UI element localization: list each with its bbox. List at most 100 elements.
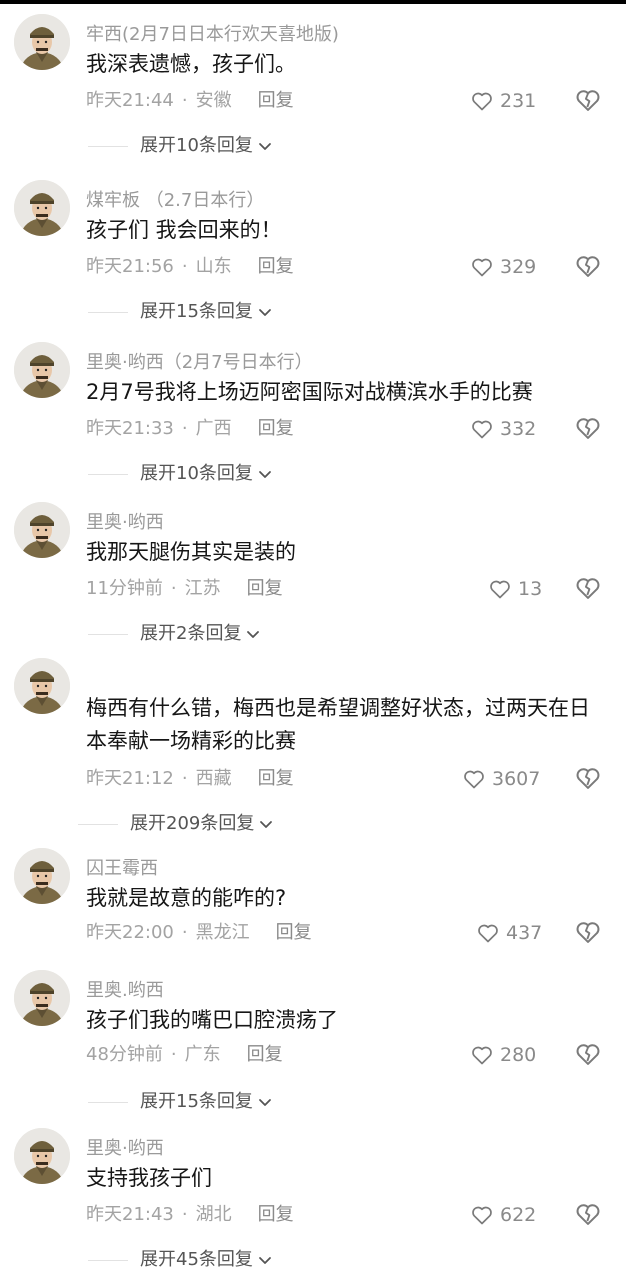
like-button[interactable]: 231 <box>470 86 550 116</box>
divider <box>78 823 118 825</box>
broken-heart-icon <box>574 1200 602 1228</box>
reply-button[interactable]: 回复 <box>258 90 294 111</box>
like-count: 622 <box>500 1204 537 1226</box>
expand-replies-label: 展开45条回复 <box>140 1249 253 1270</box>
comment-text: 孩子们 我会回来的！ <box>86 218 282 242</box>
comment-meta: 昨天21:12 · 西藏 回复 <box>86 768 294 789</box>
expand-replies-label: 展开10条回复 <box>140 135 253 156</box>
expand-replies-button[interactable]: 展开15条回复 <box>88 1088 273 1116</box>
broken-heart-icon <box>574 1040 602 1068</box>
expand-replies-label: 展开209条回复 <box>130 813 255 834</box>
heart-outline-icon <box>470 417 494 441</box>
reply-button[interactable]: 回复 <box>247 578 283 599</box>
heart-outline-icon <box>476 921 500 945</box>
comment-location: 山东 <box>195 256 232 277</box>
avatar[interactable] <box>14 658 70 714</box>
avatar[interactable] <box>14 502 70 558</box>
comment-meta: 昨天22:00 · 黑龙江 回复 <box>86 922 312 943</box>
expand-replies-button[interactable]: 展开15条回复 <box>88 298 273 326</box>
dislike-button[interactable] <box>574 574 602 604</box>
chevron-down-icon <box>257 304 273 320</box>
like-count: 437 <box>506 922 543 944</box>
comment-time: 11分钟前 <box>86 578 163 599</box>
chevron-down-icon <box>257 1094 273 1110</box>
expand-replies-label: 展开15条回复 <box>140 1091 253 1112</box>
expand-replies-button[interactable]: 展开45条回复 <box>88 1246 273 1274</box>
comment-username[interactable]: 囚王霉西 <box>86 854 158 880</box>
comment-time: 昨天21:12 <box>86 768 174 789</box>
like-button[interactable]: 3607 <box>462 764 558 794</box>
chevron-down-icon <box>258 816 274 832</box>
comment-username[interactable]: 里奥·哟西 <box>86 508 164 534</box>
chevron-down-icon <box>257 138 273 154</box>
comment-username[interactable]: 牢西(2月7日日本行欢天喜地版) <box>86 20 339 46</box>
heart-outline-icon <box>470 1203 494 1227</box>
comment-username[interactable]: 里奥·哟西 <box>86 1134 164 1160</box>
dislike-button[interactable] <box>574 86 602 116</box>
expand-replies-button[interactable]: 展开2条回复 <box>88 620 261 648</box>
broken-heart-icon <box>574 414 602 442</box>
divider <box>88 1101 128 1103</box>
dislike-button[interactable] <box>574 764 602 794</box>
heart-outline-icon <box>470 89 494 113</box>
comment-meta: 昨天21:33 · 广西 回复 <box>86 418 294 439</box>
broken-heart-icon <box>574 252 602 280</box>
comment-text: 支持我孩子们 <box>86 1166 212 1190</box>
like-count: 231 <box>500 90 537 112</box>
comment-username[interactable]: 里奥·哟西（2月7号日本行） <box>86 348 313 374</box>
comment-text: 我就是故意的能咋的? <box>86 886 287 910</box>
expand-replies-button[interactable]: 展开10条回复 <box>88 132 273 160</box>
like-count: 332 <box>500 418 537 440</box>
comment-meta: 昨天21:44 · 安徽 回复 <box>86 90 294 111</box>
like-count: 280 <box>500 1044 537 1066</box>
comment-username[interactable]: 里奥.哟西 <box>86 976 164 1002</box>
top-bar <box>0 0 626 4</box>
avatar[interactable] <box>14 342 70 398</box>
comment-text: 梅西有什么错，梅西也是希望调整好状态，过两天在日本奉献一场精彩的比赛 <box>86 696 590 753</box>
like-button[interactable]: 437 <box>476 918 556 948</box>
heart-outline-icon <box>488 577 512 601</box>
heart-outline-icon <box>462 767 486 791</box>
avatar[interactable] <box>14 180 70 236</box>
dislike-button[interactable] <box>574 414 602 444</box>
broken-heart-icon <box>574 764 602 792</box>
avatar[interactable] <box>14 970 70 1026</box>
divider <box>88 145 128 147</box>
expand-replies-label: 展开2条回复 <box>140 623 242 644</box>
dislike-button[interactable] <box>574 1200 602 1230</box>
dislike-button[interactable] <box>574 252 602 282</box>
expand-replies-button[interactable]: 展开209条回复 <box>78 810 274 838</box>
reply-button[interactable]: 回复 <box>258 418 294 439</box>
divider <box>88 1259 128 1261</box>
comment-time: 昨天22:00 <box>86 922 174 943</box>
divider <box>88 311 128 313</box>
comment-time: 48分钟前 <box>86 1044 163 1065</box>
like-button[interactable]: 332 <box>470 414 550 444</box>
comment-username[interactable]: 煤牢板 （2.7日本行） <box>86 186 264 212</box>
like-count: 3607 <box>492 768 541 790</box>
like-button[interactable]: 280 <box>470 1040 550 1070</box>
comment-location: 湖北 <box>195 1204 232 1225</box>
avatar[interactable] <box>14 1128 70 1184</box>
avatar[interactable] <box>14 848 70 904</box>
dislike-button[interactable] <box>574 1040 602 1070</box>
comment-meta: 昨天21:56 · 山东 回复 <box>86 256 294 277</box>
reply-button[interactable]: 回复 <box>276 922 312 943</box>
reply-button[interactable]: 回复 <box>247 1044 283 1065</box>
comment-text: 孩子们我的嘴巴口腔溃疡了 <box>86 1008 338 1032</box>
like-button[interactable]: 13 <box>488 574 568 604</box>
reply-button[interactable]: 回复 <box>258 1204 294 1225</box>
comment-text: 我那天腿伤其实是装的 <box>86 540 296 564</box>
avatar[interactable] <box>14 14 70 70</box>
reply-button[interactable]: 回复 <box>258 256 294 277</box>
comment-location: 西藏 <box>195 768 232 789</box>
reply-button[interactable]: 回复 <box>258 768 294 789</box>
broken-heart-icon <box>574 86 602 114</box>
comment-location: 广西 <box>195 418 232 439</box>
comment-location: 黑龙江 <box>195 922 250 943</box>
like-button[interactable]: 622 <box>470 1200 550 1230</box>
dislike-button[interactable] <box>574 918 602 948</box>
like-button[interactable]: 329 <box>470 252 550 282</box>
broken-heart-icon <box>574 918 602 946</box>
expand-replies-button[interactable]: 展开10条回复 <box>88 460 273 488</box>
